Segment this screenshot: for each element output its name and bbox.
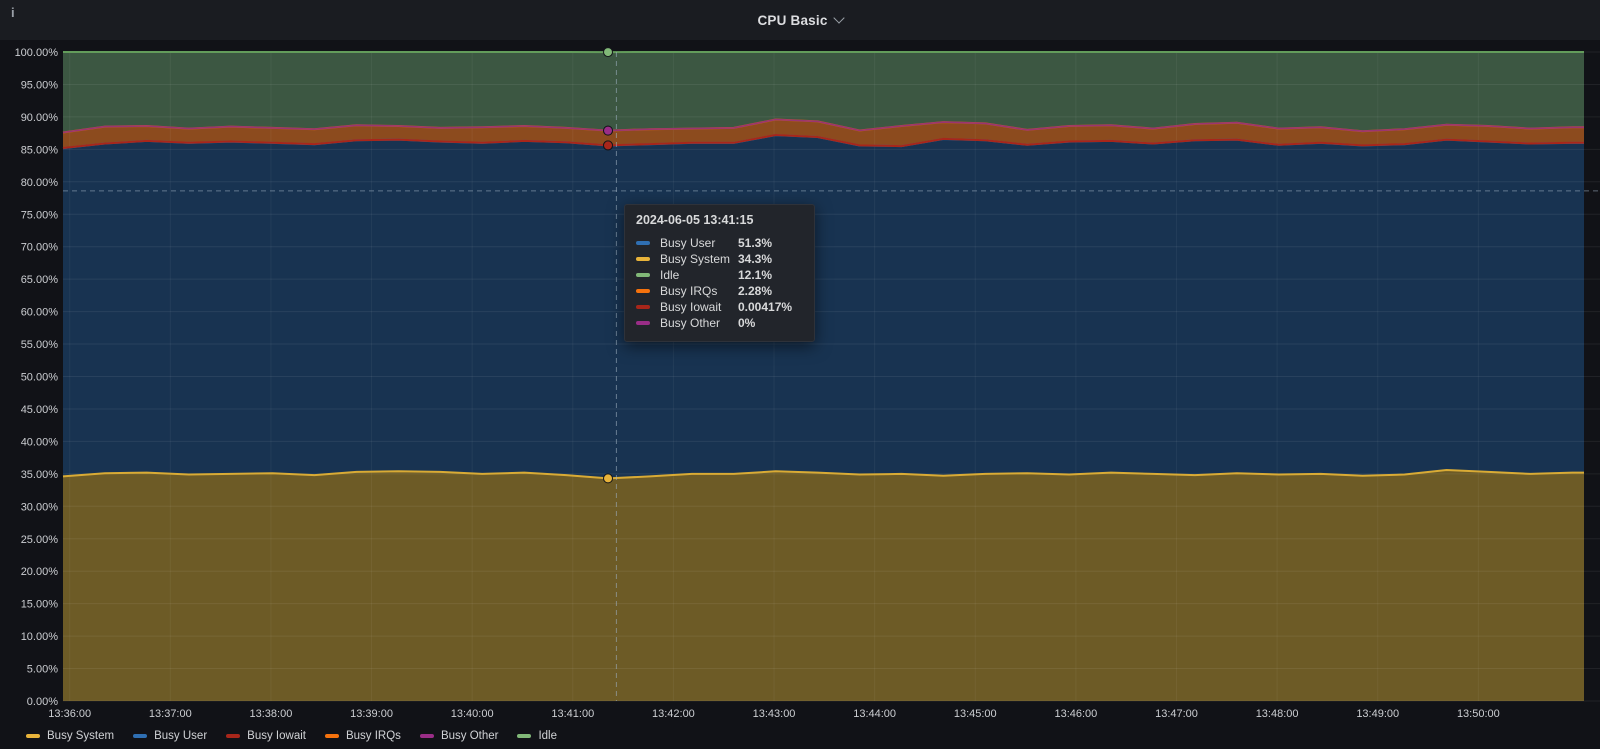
y-axis-tick: 20.00% <box>21 566 59 578</box>
x-axis-tick: 13:48:00 <box>1256 708 1299 720</box>
tooltip-row: Busy Other 0% <box>636 315 804 331</box>
tooltip-series-label: Busy System <box>660 252 731 266</box>
y-axis-tick: 55.00% <box>21 339 59 351</box>
tooltip-series-label: Busy IRQs <box>660 284 718 298</box>
hover-dot-busy-other <box>603 125 614 136</box>
y-axis-tick: 70.00% <box>21 242 59 254</box>
legend-item-busy-system[interactable]: Busy System <box>26 730 114 742</box>
x-axis-tick: 13:45:00 <box>954 708 997 720</box>
series-color-swatch <box>636 241 650 245</box>
tooltip: 2024-06-05 13:41:15 Busy User 51.3% Busy S… <box>624 204 815 342</box>
legend-color-swatch <box>517 734 532 738</box>
y-axis-tick: 40.00% <box>21 436 59 448</box>
y-axis-tick: 10.00% <box>21 631 59 643</box>
x-axis-tick: 13:43:00 <box>753 708 796 720</box>
y-axis-tick: 95.00% <box>21 79 59 91</box>
x-axis-tick: 13:37:00 <box>149 708 192 720</box>
y-axis-tick: 50.00% <box>21 372 59 384</box>
legend-color-swatch <box>133 734 148 738</box>
series-color-swatch <box>636 305 650 309</box>
series-color-swatch <box>636 321 650 325</box>
tooltip-series-label: Busy Iowait <box>660 300 722 314</box>
x-axis-tick: 13:50:00 <box>1457 708 1500 720</box>
legend-label: Idle <box>538 730 558 742</box>
x-axis-tick: 13:38:00 <box>250 708 293 720</box>
hover-dot-busy-iowait <box>603 140 614 151</box>
tooltip-series-value: 51.3% <box>738 236 773 250</box>
y-axis-tick: 60.00% <box>21 307 59 319</box>
legend-item-busy-other[interactable]: Busy Other <box>419 730 499 742</box>
y-axis-tick: 65.00% <box>21 274 59 286</box>
tooltip-series-label: Busy Other <box>660 316 721 330</box>
y-axis-tick: 90.00% <box>21 112 59 124</box>
y-axis-tick: 85.00% <box>21 144 59 156</box>
tooltip-rows: Busy User 51.3% Busy System 34.3% Idle 12.1% B… <box>636 235 804 331</box>
y-axis-tick: 35.00% <box>21 469 59 481</box>
area-idle <box>63 52 1584 133</box>
series-color-swatch <box>636 257 650 261</box>
x-axis-tick: 13:47:00 <box>1155 708 1198 720</box>
x-axis-tick: 13:36:00 <box>48 708 91 720</box>
tooltip-row: Busy Iowait 0.00417% <box>636 299 804 315</box>
area-busy-user <box>63 135 1584 479</box>
y-axis-tick: 15.00% <box>21 599 59 611</box>
series-color-swatch <box>636 289 650 293</box>
tooltip-series-label: Idle <box>660 268 680 282</box>
tooltip-row: Idle 12.1% <box>636 267 804 283</box>
tooltip-row: Busy System 34.3% <box>636 251 804 267</box>
legend-color-swatch <box>419 734 434 738</box>
legend-label: Busy System <box>47 730 115 742</box>
legend-color-swatch <box>226 734 241 738</box>
y-axis-tick: 0.00% <box>27 696 58 708</box>
y-axis-tick: 45.00% <box>21 404 59 416</box>
tooltip-timestamp: 2024-06-05 13:41:15 <box>636 213 754 227</box>
legend-label: Busy User <box>154 730 208 742</box>
legend-item-idle[interactable]: Idle <box>517 730 557 742</box>
y-axis-tick: 80.00% <box>21 177 59 189</box>
tooltip-row: Busy IRQs 2.28% <box>636 283 804 299</box>
y-axis-tick: 25.00% <box>21 534 59 546</box>
tooltip-series-value: 34.3% <box>738 252 773 266</box>
x-axis-tick: 13:42:00 <box>652 708 695 720</box>
hover-dot-idle <box>603 47 614 58</box>
legend-item-busy-iowait[interactable]: Busy Iowait <box>226 730 306 742</box>
area-busy-system <box>63 470 1584 701</box>
hover-dot-busy-system <box>603 473 614 484</box>
y-axis-tick: 30.00% <box>21 501 59 513</box>
tooltip-series-value: 2.28% <box>738 284 773 298</box>
series-color-swatch <box>636 273 650 277</box>
tooltip-series-value: 0% <box>738 316 756 330</box>
x-axis-tick: 13:44:00 <box>853 708 896 720</box>
legend-item-busy-user[interactable]: Busy User <box>133 730 207 742</box>
tooltip-series-label: Busy User <box>660 236 716 250</box>
legend-color-swatch <box>26 734 40 738</box>
legend-color-swatch <box>324 734 339 738</box>
legend-item-busy-irqs[interactable]: Busy IRQs <box>324 730 401 742</box>
tooltip-series-value: 0.00417% <box>738 300 793 314</box>
y-axis-tick: 75.00% <box>21 209 59 221</box>
x-axis-tick: 13:49:00 <box>1356 708 1399 720</box>
x-axis-tick: 13:41:00 <box>551 708 594 720</box>
legend-label: Busy Iowait <box>247 730 306 742</box>
legend-label: Busy IRQs <box>345 730 401 742</box>
x-axis-tick: 13:39:00 <box>350 708 393 720</box>
y-axis-tick: 5.00% <box>27 664 58 676</box>
legend-label: Busy Other <box>440 730 499 742</box>
legend: Busy System Busy User Busy Iowait Busy IRQs… <box>26 728 576 744</box>
tooltip-series-value: 12.1% <box>738 268 773 282</box>
cpu-usage-chart[interactable]: 100.00% 95.00% 90.00% 85.00% 80.00% 75.00% 70.… <box>0 0 1600 749</box>
y-axis-tick: 100.00% <box>15 47 59 59</box>
x-axis-tick: 13:46:00 <box>1054 708 1097 720</box>
x-axis-tick: 13:40:00 <box>451 708 494 720</box>
tooltip-row: Busy User 51.3% <box>636 235 804 251</box>
